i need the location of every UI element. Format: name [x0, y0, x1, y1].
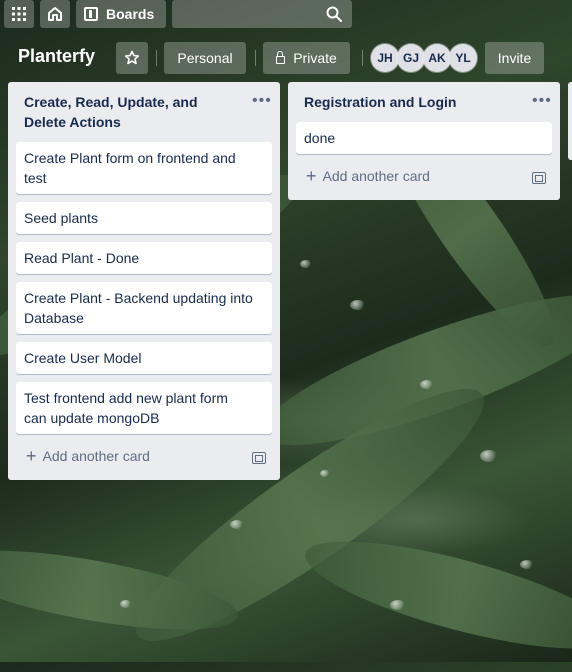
list-crud-actions: Create, Read, Update, and Delete Actions… [8, 82, 280, 480]
member-avatar[interactable]: GJ [397, 44, 425, 72]
apps-button[interactable] [4, 0, 34, 28]
card[interactable]: Read Plant - Done [16, 242, 272, 274]
add-card-button[interactable]: + Add another card [26, 446, 150, 466]
list-partial [568, 82, 572, 160]
home-icon [48, 7, 62, 21]
plus-icon: + [26, 446, 37, 466]
member-avatar[interactable]: AK [423, 44, 451, 72]
boards-icon [84, 7, 98, 21]
list-menu-icon[interactable]: ••• [252, 92, 272, 110]
card[interactable]: Create User Model [16, 342, 272, 374]
boards-button[interactable]: Boards [76, 0, 166, 28]
list-registration-login: Registration and Login ••• done + Add an… [288, 82, 560, 200]
card-template-icon[interactable] [532, 172, 546, 184]
search-icon[interactable] [326, 6, 342, 22]
star-icon [124, 50, 140, 65]
plus-icon: + [306, 166, 317, 186]
board-header: Planterfy Personal Private JH GJ AK YL I… [0, 40, 572, 76]
divider [156, 50, 157, 66]
list-title[interactable]: Create, Read, Update, and Delete Actions [24, 92, 198, 132]
card[interactable]: Create Plant - Backend updating into Dat… [16, 282, 272, 334]
top-nav-bar: Boards [0, 0, 572, 28]
card[interactable]: Test frontend add new plant form can upd… [16, 382, 272, 434]
invite-button[interactable]: Invite [485, 42, 544, 74]
home-button[interactable] [40, 0, 70, 28]
grid-icon [12, 7, 26, 21]
visibility-label: Private [293, 50, 337, 66]
divider [362, 50, 363, 66]
board-title[interactable]: Planterfy [18, 46, 95, 67]
card-template-icon[interactable] [252, 452, 266, 464]
list-title[interactable]: Registration and Login [304, 92, 456, 112]
card[interactable]: done [296, 122, 552, 154]
add-card-button[interactable]: + Add another card [306, 166, 430, 186]
member-avatar[interactable]: YL [449, 44, 477, 72]
list-menu-icon[interactable]: ••• [532, 92, 552, 110]
divider [255, 50, 256, 66]
visibility-button[interactable]: Private [263, 42, 350, 74]
search-input[interactable] [172, 0, 352, 28]
member-avatar[interactable]: JH [371, 44, 399, 72]
boards-label: Boards [106, 6, 155, 22]
card[interactable]: Seed plants [16, 202, 272, 234]
star-button[interactable] [116, 42, 148, 74]
card[interactable]: Create Plant form on frontend and test [16, 142, 272, 194]
workspace-button[interactable]: Personal [164, 42, 246, 74]
lock-icon [276, 51, 286, 64]
